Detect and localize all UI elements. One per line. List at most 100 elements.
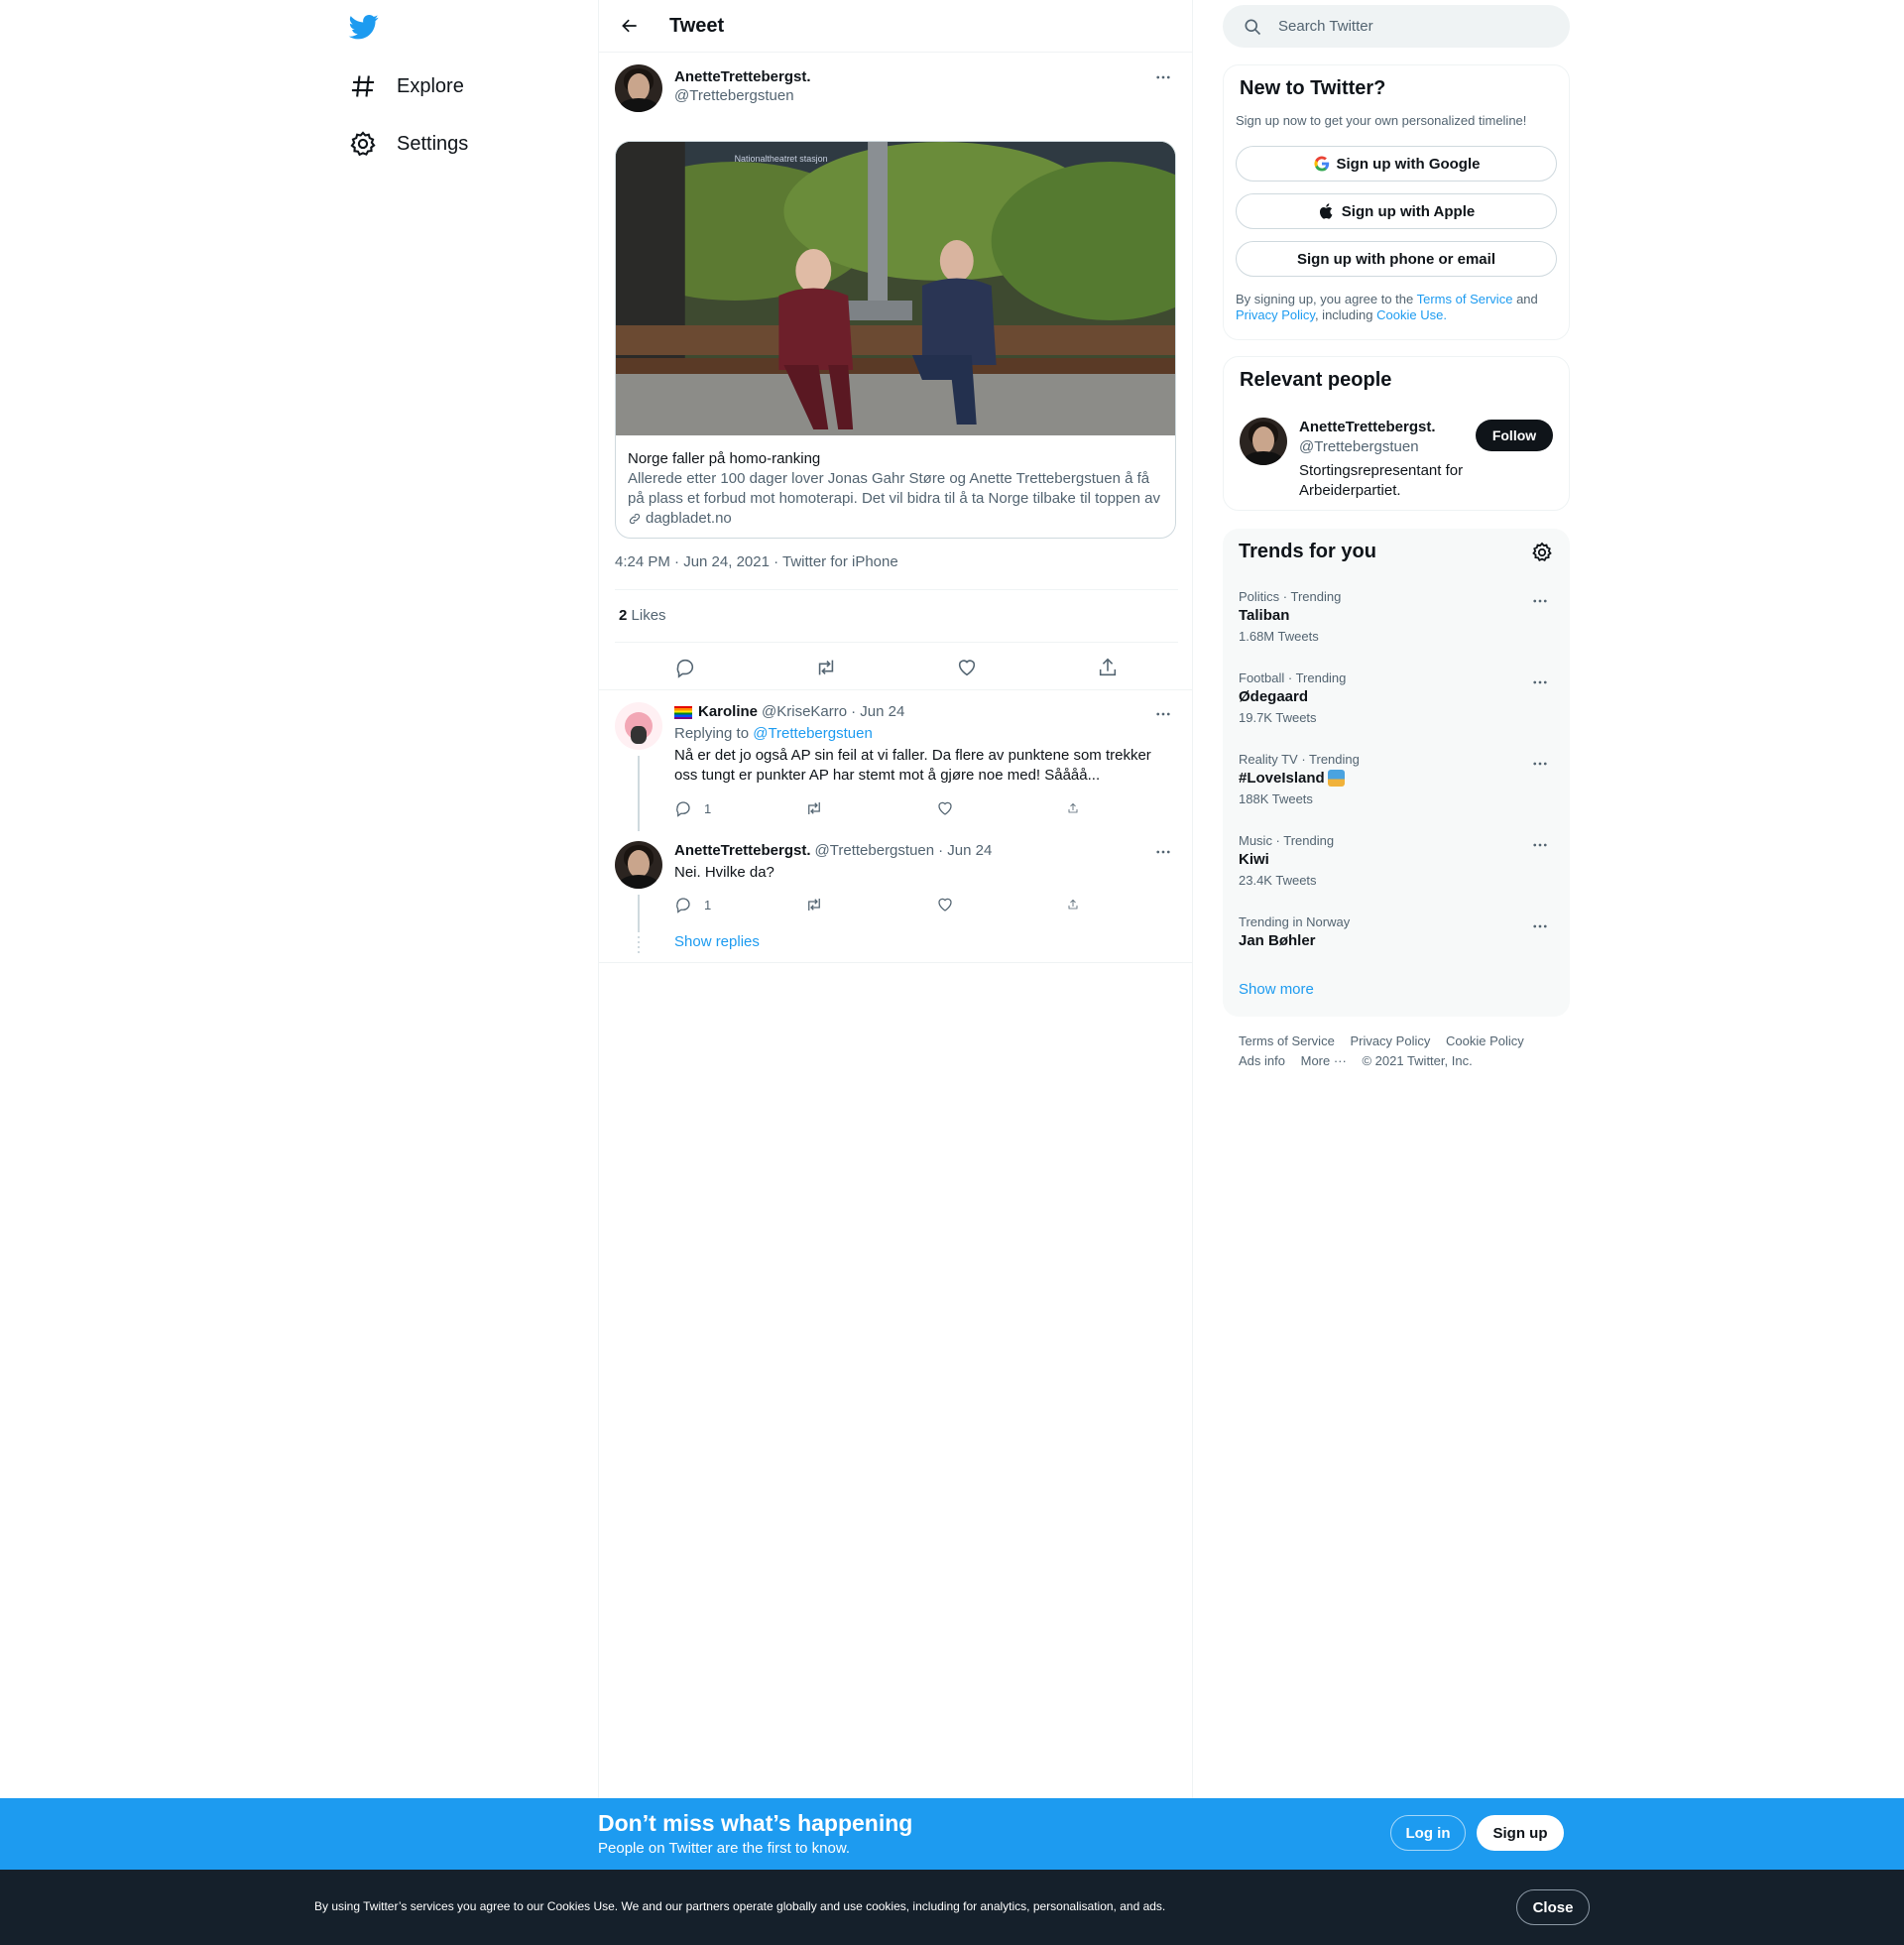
reply-text: Nei. Hvilke da? (674, 864, 774, 881)
panel-title: Trends for you (1239, 541, 1376, 562)
share-button[interactable] (1067, 799, 1091, 817)
trend-item[interactable]: Trending in Norway Jan Bøhler (1239, 914, 1552, 949)
avatar[interactable] (1240, 418, 1287, 465)
reply-more-button[interactable] (1151, 840, 1175, 864)
reply-tweet[interactable]: AnetteTrettebergst. @Trettebergstuen · J… (615, 841, 1178, 960)
link-icon (629, 513, 641, 525)
main-column: Tweet AnetteTrettebergst. @Trettebergstu… (598, 0, 1193, 1798)
footer-cookie-link[interactable]: Cookie Policy (1446, 1032, 1524, 1051)
reply-count: 1 (704, 800, 712, 816)
trend-more-button[interactable] (1528, 670, 1552, 694)
footer-more-link[interactable]: More ··· (1301, 1051, 1347, 1071)
reply-author-name[interactable]: AnetteTrettebergst. (674, 841, 811, 861)
retweet-button[interactable] (805, 896, 865, 913)
thread-line (638, 895, 640, 932)
likes-count[interactable]: 2 Likes (619, 607, 666, 624)
divider (615, 642, 1178, 643)
legal-and: and (1516, 292, 1538, 306)
sign-up-button[interactable]: Sign up (1477, 1815, 1564, 1851)
like-button[interactable] (936, 896, 996, 913)
reply-author-name[interactable]: Karoline (698, 702, 758, 722)
trend-category: Trending in Norway (1239, 914, 1351, 929)
share-icon (1068, 899, 1078, 910)
rainbow-flag-icon (674, 705, 692, 719)
nav-explore-label: Explore (397, 74, 464, 97)
reply-button[interactable]: 1 (674, 896, 734, 913)
retweet-button[interactable] (805, 799, 865, 817)
terms-link[interactable]: Terms of Service (1417, 292, 1513, 306)
trend-more-button[interactable] (1528, 914, 1552, 938)
search-input[interactable] (1278, 18, 1536, 35)
cookie-link[interactable]: Cookie Use. (1376, 307, 1447, 322)
tweet-timestamp[interactable]: 4:24 PM · Jun 24, 2021 · Twitter for iPh… (615, 553, 898, 570)
banner-title: Don’t miss what’s happening (598, 1810, 913, 1836)
nav-explore[interactable]: Explore (349, 66, 464, 106)
cookie-text: By using Twitter’s services you agree to… (314, 1899, 1166, 1913)
close-button[interactable]: Close (1516, 1889, 1590, 1925)
like-button[interactable] (949, 650, 985, 685)
replying-to-link[interactable]: @Trettebergstuen (753, 725, 873, 742)
relevant-name[interactable]: AnetteTrettebergst. (1299, 418, 1468, 437)
reply-more-button[interactable] (1151, 702, 1175, 726)
reply-tweet[interactable]: Karoline @KriseKarro · Jun 24 Replying t… (615, 702, 1178, 831)
show-more-link[interactable]: Show more (1239, 981, 1314, 998)
reply-author-handle[interactable]: @Trettebergstuen (815, 841, 935, 861)
share-button[interactable] (1067, 896, 1091, 913)
back-button[interactable] (613, 9, 647, 43)
trend-more-button[interactable] (1528, 589, 1552, 613)
avatar[interactable] (615, 64, 662, 112)
trend-more-button[interactable] (1528, 752, 1552, 776)
avatar[interactable] (615, 702, 662, 750)
author-handle[interactable]: @Trettebergstuen (674, 87, 811, 104)
likes-label: Likes (631, 607, 666, 624)
reply-button[interactable]: 1 (674, 799, 734, 817)
reply-icon (676, 659, 694, 678)
link-card[interactable]: Nationaltheatret stasjon Norge faller på… (615, 141, 1176, 539)
footer-ads-link[interactable]: Ads info (1239, 1051, 1285, 1071)
twitter-bird-icon[interactable] (347, 12, 381, 42)
trends-panel: Trends for you Politics · Trending Talib… (1223, 529, 1570, 1017)
like-button[interactable] (936, 799, 996, 817)
reply-button[interactable] (667, 650, 703, 685)
reply-icon (676, 898, 690, 913)
thread-line (638, 756, 640, 831)
privacy-link[interactable]: Privacy Policy (1236, 307, 1315, 322)
author-name[interactable]: AnetteTrettebergst. (674, 68, 811, 85)
trend-item[interactable]: Football · Trending Ødegaard 19.7K Tweet… (1239, 670, 1552, 725)
relevant-handle[interactable]: @Trettebergstuen (1299, 437, 1468, 457)
follow-button[interactable]: Follow (1476, 420, 1553, 451)
signup-banner: Don’t miss what’s happening People on Tw… (0, 1798, 1904, 1870)
sign-up-google-label: Sign up with Google (1336, 155, 1481, 173)
share-icon (1068, 802, 1078, 813)
sign-up-google-button[interactable]: Sign up with Google (1236, 146, 1557, 182)
sign-up-apple-button[interactable]: Sign up with Apple (1236, 193, 1557, 229)
tweet-more-button[interactable] (1151, 65, 1175, 89)
trend-item[interactable]: Politics · Trending Taliban 1.68M Tweets (1239, 589, 1552, 644)
search-icon (1245, 19, 1261, 35)
reply-date[interactable]: · Jun 24 (938, 841, 992, 861)
trend-category: Reality TV · Trending (1239, 752, 1360, 767)
show-replies-link[interactable]: Show replies (674, 933, 760, 950)
retweet-button[interactable] (808, 650, 844, 685)
log-in-button[interactable]: Log in (1390, 1815, 1466, 1851)
gear-icon[interactable] (1530, 541, 1554, 564)
footer-terms-link[interactable]: Terms of Service (1239, 1032, 1335, 1051)
share-button[interactable] (1090, 650, 1126, 685)
trend-item[interactable]: Music · Trending Kiwi 23.4K Tweets (1239, 833, 1552, 888)
more-dots-icon (1533, 680, 1547, 684)
reply-actions: 1 (674, 799, 1091, 817)
more-dots-icon (1156, 712, 1170, 716)
reply-author-handle[interactable]: @KriseKarro (762, 702, 847, 722)
trend-more-button[interactable] (1528, 833, 1552, 857)
avatar[interactable] (615, 841, 662, 889)
google-icon (1313, 156, 1329, 172)
reply-date[interactable]: · Jun 24 (851, 702, 904, 722)
tweet-author: AnetteTrettebergst. @Trettebergstuen (615, 64, 811, 112)
sign-up-phone-button[interactable]: Sign up with phone or email (1236, 241, 1557, 277)
search-bar[interactable] (1223, 5, 1570, 48)
more-dots-icon (1533, 924, 1547, 928)
trend-name: Jan Bøhler (1239, 932, 1316, 949)
trend-item[interactable]: Reality TV · Trending #LoveIsland 188K T… (1239, 752, 1552, 806)
footer-privacy-link[interactable]: Privacy Policy (1350, 1032, 1430, 1051)
nav-settings[interactable]: Settings (349, 124, 468, 164)
